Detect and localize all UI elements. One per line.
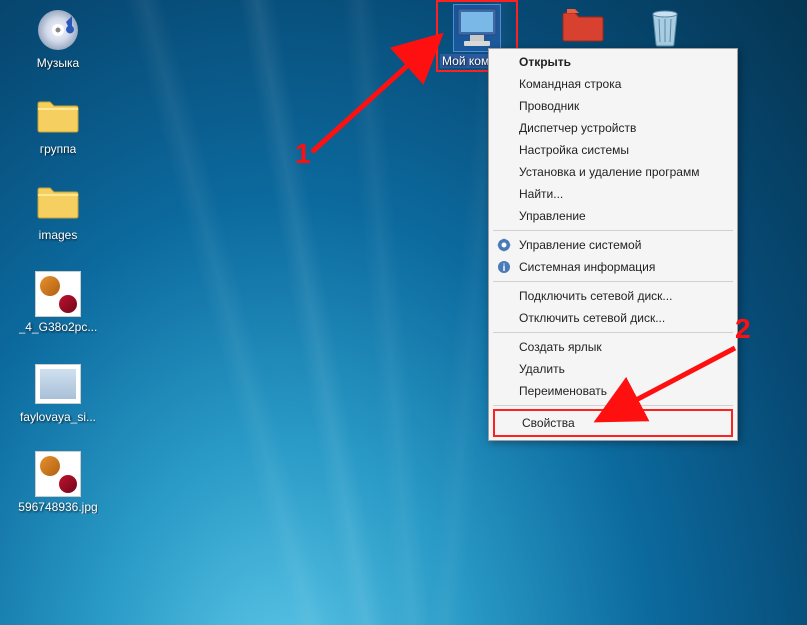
menu-item-addremove[interactable]: Установка и удаление программ [491,161,735,183]
menu-separator [493,405,733,406]
desktop-icon-file1[interactable]: _4_G38o2pc... [18,270,98,334]
gear-icon [496,237,512,253]
menu-item-rename[interactable]: Переименовать [491,380,735,402]
menu-item-manage[interactable]: Управление [491,205,735,227]
cd-icon [34,6,82,54]
menu-item-properties[interactable]: Свойства [496,412,730,434]
desktop-icon-label: группа [40,142,77,156]
desktop-icon-label: Музыка [37,56,79,70]
menu-item-shortcut[interactable]: Создать ярлык [491,336,735,358]
desktop-icon-label: 596748936.jpg [18,500,97,514]
image-file-icon [34,450,82,498]
menu-separator [493,281,733,282]
desktop-icon-redfolder[interactable] [543,2,623,52]
image-file-icon [34,360,82,408]
desktop-icon-group[interactable]: группа [18,92,98,156]
highlight-box: Свойства [493,409,733,437]
desktop-icon-label: _4_G38o2pc... [19,320,98,334]
svg-text:i: i [503,263,506,274]
image-file-icon [34,270,82,318]
menu-separator [493,230,733,231]
desktop-icon-file2[interactable]: faylovaya_si... [18,360,98,424]
menu-item-sysinfo[interactable]: i Системная информация [491,256,735,278]
menu-item-sysconfig[interactable]: Настройка системы [491,139,735,161]
menu-item-explorer[interactable]: Проводник [491,95,735,117]
menu-item-sysmanage[interactable]: Управление системой [491,234,735,256]
recycle-bin-icon [641,2,689,50]
menu-item-devmgr[interactable]: Диспетчер устройств [491,117,735,139]
folder-icon [34,92,82,140]
info-icon: i [496,259,512,275]
desktop-icon-recycle[interactable] [625,2,705,52]
desktop-icon-music[interactable]: Музыка [18,6,98,70]
desktop-icon-images[interactable]: images [18,178,98,242]
desktop-icon-file3[interactable]: 596748936.jpg [18,450,98,514]
context-menu: Открыть Командная строка Проводник Диспе… [488,48,738,441]
annotation-number: 1 [295,138,311,170]
desktop-icon-label: faylovaya_si... [20,410,96,424]
menu-separator [493,332,733,333]
desktop-icon-label: images [39,228,78,242]
menu-item-open[interactable]: Открыть [491,51,735,73]
computer-icon [453,4,501,52]
folder-icon [34,178,82,226]
menu-item-mapdrive[interactable]: Подключить сетевой диск... [491,285,735,307]
folder-icon [559,2,607,50]
menu-item-delete[interactable]: Удалить [491,358,735,380]
menu-item-unmapdrive[interactable]: Отключить сетевой диск... [491,307,735,329]
annotation-number: 2 [735,313,751,345]
menu-item-cmd[interactable]: Командная строка [491,73,735,95]
menu-item-find[interactable]: Найти... [491,183,735,205]
